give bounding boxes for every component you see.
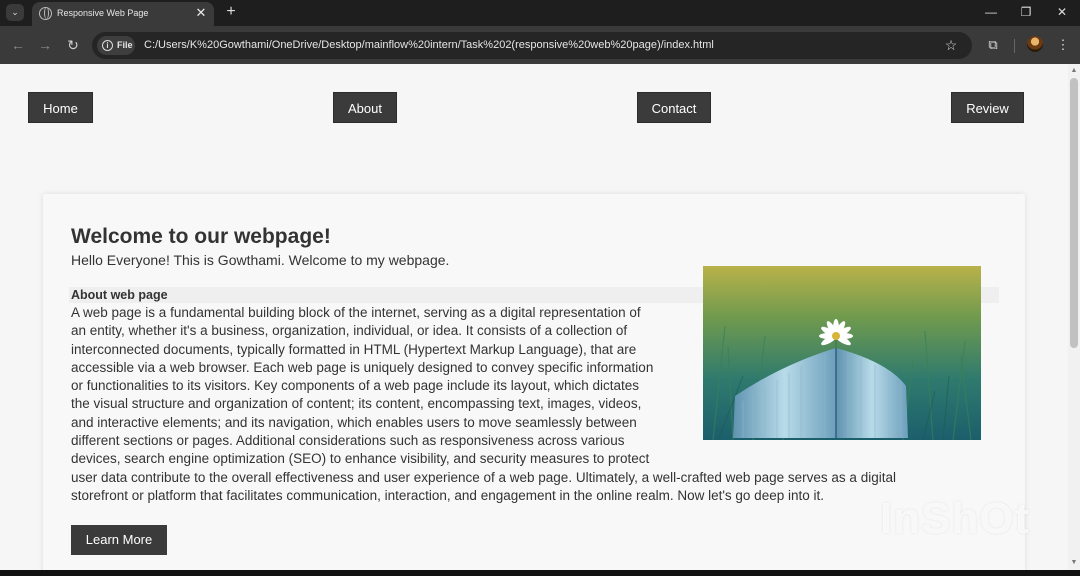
reload-icon[interactable]: ↻ (63, 35, 83, 55)
paragraph-line: an entity, whether it's a business, orga… (71, 323, 628, 339)
taskbar-edge (0, 570, 1080, 576)
scroll-down-arrow-icon[interactable]: ▼ (1068, 558, 1080, 568)
scroll-up-arrow-icon[interactable]: ▲ (1068, 66, 1080, 76)
content-card: Welcome to our webpage! Hello Everyone! … (43, 194, 1025, 570)
url-text[interactable]: C:/Users/K%20Gowthami/OneDrive/Desktop/m… (144, 39, 714, 51)
paragraph-line: user data contribute to the overall effe… (71, 469, 896, 485)
tab-search-button[interactable]: ⌄ (6, 4, 24, 21)
globe-icon (39, 7, 52, 20)
browser-tab[interactable]: Responsive Web Page ✕ (32, 2, 214, 26)
address-bar[interactable]: i File C:/Users/K%20Gowthami/OneDrive/De… (92, 32, 972, 59)
minimize-icon[interactable]: — (980, 3, 1002, 21)
paragraph-line: and interactive elements; and its naviga… (71, 414, 637, 430)
browser-toolbar: ← → ↻ i File C:/Users/K%20Gowthami/OneDr… (0, 26, 1080, 64)
nav-home-button[interactable]: Home (28, 92, 93, 123)
about-paragraph: A web page is a fundamental building blo… (71, 304, 971, 505)
about-subheading: About web page (71, 288, 168, 302)
tab-title: Responsive Web Page (57, 8, 149, 18)
browser-menu-icon[interactable]: ⋮ (1053, 35, 1073, 55)
new-tab-button[interactable]: + (222, 2, 240, 22)
back-icon[interactable]: ← (8, 35, 28, 55)
nav-review-button[interactable]: Review (951, 92, 1024, 123)
bookmark-star-icon[interactable]: ☆ (942, 36, 960, 54)
vertical-scrollbar[interactable]: ▲ ▼ (1068, 64, 1080, 570)
paragraph-line: different sections or pages. Additional … (71, 433, 625, 449)
paragraph-line: A web page is a fundamental building blo… (71, 305, 641, 320)
paragraph-line: storefront or platform that facilitates … (71, 487, 824, 503)
paragraph-line: interconnected documents, typically form… (71, 341, 637, 357)
scroll-thumb[interactable] (1070, 78, 1078, 348)
toolbar-divider (1014, 39, 1015, 53)
page-title: Welcome to our webpage! (71, 225, 331, 248)
window-close-icon[interactable]: ✕ (1051, 3, 1073, 21)
site-info-label: File (117, 40, 133, 50)
forward-icon[interactable]: → (35, 35, 55, 55)
learn-more-button[interactable]: Learn More (71, 525, 167, 555)
paragraph-line: accessible via a web browser. Each web p… (71, 359, 654, 375)
paragraph-line: or functionalities to its visitors. Key … (71, 378, 640, 394)
paragraph-line: the visual structure and organization of… (71, 396, 642, 412)
extensions-icon[interactable]: ⧉ (983, 35, 1003, 55)
nav-contact-button[interactable]: Contact (637, 92, 711, 123)
site-info-chip[interactable]: i File (97, 36, 135, 55)
nav-about-button[interactable]: About (333, 92, 397, 123)
tab-close-icon[interactable]: ✕ (194, 5, 208, 21)
profile-avatar[interactable] (1027, 36, 1043, 52)
inshot-watermark: InShOt (880, 494, 1031, 543)
browser-tab-strip: ⌄ Responsive Web Page ✕ + — ❐ ✕ (0, 0, 1080, 26)
intro-text: Hello Everyone! This is Gowthami. Welcom… (71, 252, 450, 268)
page-viewport: Home About Contact Review Welcome to our… (0, 64, 1080, 570)
paragraph-line: devices, search engine optimization (SEO… (71, 451, 650, 467)
restore-icon[interactable]: ❐ (1015, 3, 1037, 21)
info-icon: i (102, 40, 113, 51)
